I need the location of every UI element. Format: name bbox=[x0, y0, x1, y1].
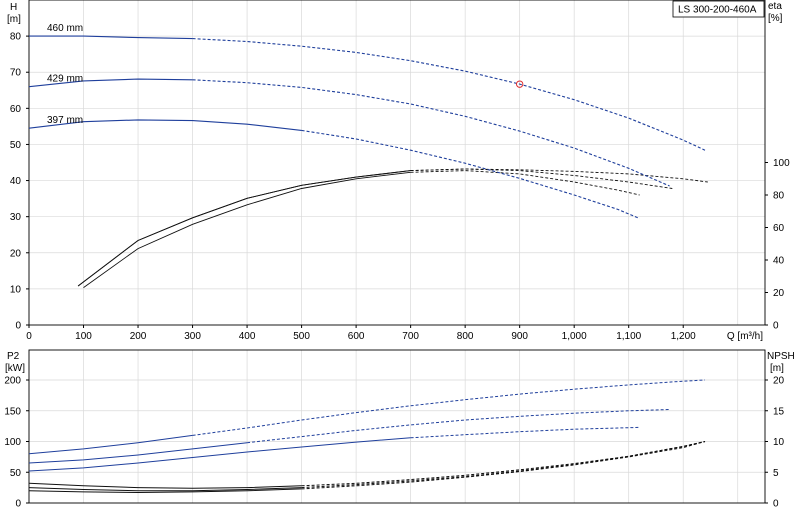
y-left-tick-label: 50 bbox=[10, 140, 22, 151]
y-left-axis-label: H bbox=[10, 2, 17, 13]
x-tick-label: 500 bbox=[293, 331, 310, 342]
npsh-axis-unit: [m] bbox=[770, 363, 784, 374]
y-right-tick-label: 20 bbox=[773, 288, 785, 299]
npsh-axis-label: NPSH bbox=[767, 351, 795, 362]
x-tick-label: 900 bbox=[511, 331, 528, 342]
y-left-tick-label: 70 bbox=[10, 68, 22, 79]
y-right-tick-label: 60 bbox=[773, 223, 785, 234]
y-left-tick-label: 0 bbox=[15, 499, 21, 510]
x-tick-label: 800 bbox=[457, 331, 474, 342]
y-right-tick-label: 80 bbox=[773, 191, 785, 202]
x-tick-label: 400 bbox=[239, 331, 256, 342]
y-right-tick-label: 0 bbox=[773, 499, 779, 510]
head-curve-label: 429 mm bbox=[47, 74, 83, 85]
x-axis-label: Q [m³/h] bbox=[727, 331, 763, 342]
x-tick-label: 0 bbox=[26, 331, 32, 342]
y-left-axis-unit: [m] bbox=[7, 14, 21, 25]
x-tick-label: 1,200 bbox=[671, 331, 696, 342]
y-left-tick-label: 100 bbox=[4, 437, 21, 448]
head-curve-label: 397 mm bbox=[47, 115, 83, 126]
head-curve-label: 460 mm bbox=[47, 23, 83, 34]
y-left-tick-label: 10 bbox=[10, 284, 22, 295]
x-tick-label: 1,100 bbox=[616, 331, 641, 342]
x-tick-label: 100 bbox=[75, 331, 92, 342]
y-right-tick-label: 10 bbox=[773, 437, 785, 448]
y-right-tick-label: 20 bbox=[773, 376, 785, 387]
y-left-tick-label: 150 bbox=[4, 406, 21, 417]
x-tick-label: 200 bbox=[130, 331, 147, 342]
y-right-tick-label: 0 bbox=[773, 321, 779, 332]
y-left-tick-label: 30 bbox=[10, 212, 22, 223]
x-tick-label: 700 bbox=[402, 331, 419, 342]
y-left-tick-label: 50 bbox=[10, 468, 22, 479]
x-tick-label: 600 bbox=[348, 331, 365, 342]
p2-axis-label: P2 bbox=[7, 351, 20, 362]
y-right-axis-unit: [%] bbox=[768, 13, 783, 24]
y-right-tick-label: 15 bbox=[773, 406, 785, 417]
y-left-tick-label: 80 bbox=[10, 32, 22, 43]
x-tick-label: 300 bbox=[184, 331, 201, 342]
model-label: LS 300-200-460A bbox=[678, 5, 757, 16]
y-left-tick-label: 200 bbox=[4, 376, 21, 387]
y-left-tick-label: 20 bbox=[10, 248, 22, 259]
y-left-tick-label: 60 bbox=[10, 104, 22, 115]
y-right-axis-label: eta bbox=[768, 1, 782, 12]
y-right-tick-label: 100 bbox=[773, 158, 790, 169]
p2-axis-unit: [kW] bbox=[5, 363, 25, 374]
model-label-box: LS 300-200-460A bbox=[672, 0, 765, 18]
y-left-tick-label: 40 bbox=[10, 176, 22, 187]
y-right-tick-label: 5 bbox=[773, 468, 779, 479]
y-left-tick-label: 0 bbox=[15, 321, 21, 332]
chart-background bbox=[0, 0, 800, 520]
y-right-tick-label: 40 bbox=[773, 256, 785, 267]
pump-curve-chart: 01020304050607080H[m]020406080100eta[%]0… bbox=[0, 0, 800, 520]
x-tick-label: 1,000 bbox=[562, 331, 587, 342]
